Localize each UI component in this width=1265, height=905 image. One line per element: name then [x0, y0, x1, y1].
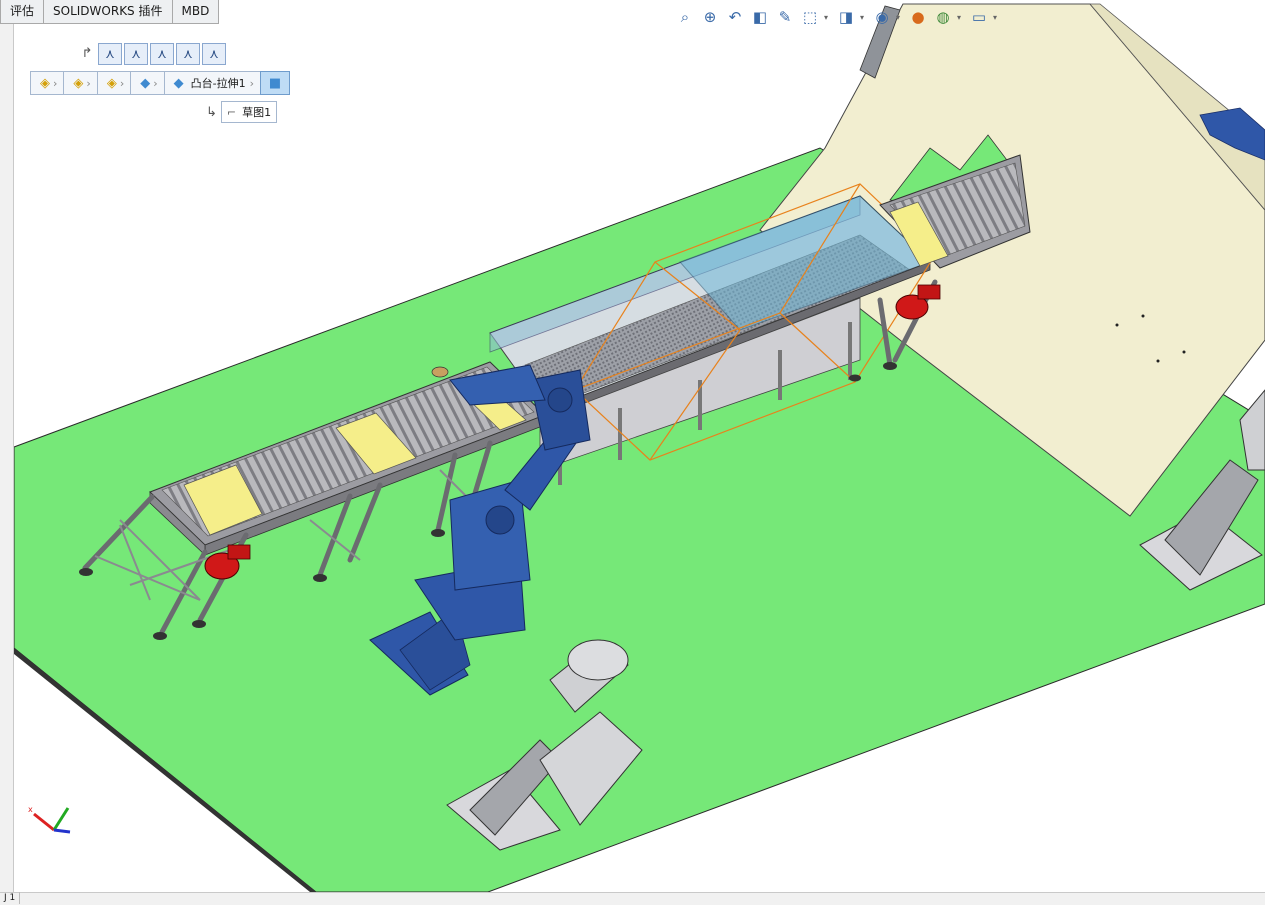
face-icon: ■: [268, 75, 282, 91]
graphics-area[interactable]: [0, 0, 1265, 904]
display-style-dropdown-icon[interactable]: ▾: [860, 6, 868, 28]
command-manager-tabs: 评估 SOLIDWORKS 插件 MBD: [0, 0, 220, 24]
sheet-tab[interactable]: J 1: [0, 892, 21, 904]
apply-scene-icon[interactable]: ◍: [932, 6, 954, 28]
edit-appearance-icon[interactable]: ●: [907, 6, 929, 28]
view-orientation-dropdown-icon[interactable]: ▾: [824, 6, 832, 28]
breadcrumb-sketch-label: 草图1: [242, 106, 272, 119]
part-icon: ◆: [173, 75, 184, 91]
panel-resize-handle[interactable]: [0, 24, 14, 892]
breadcrumb-separator: ›: [153, 76, 158, 90]
triad-x-label: x: [28, 805, 33, 814]
breadcrumb-item-subassembly-1[interactable]: ◈ ›: [63, 71, 98, 95]
context-toolbar: ↱ ⋏ ⋏ ⋏ ⋏ ⋏: [78, 43, 226, 65]
view-orientation-icon[interactable]: ⬚: [799, 6, 821, 28]
edit-sketch-icon[interactable]: ⋏: [124, 43, 148, 65]
previous-view-icon[interactable]: ↶: [724, 6, 746, 28]
breadcrumb-separator: ›: [249, 76, 254, 90]
tab-mbd[interactable]: MBD: [172, 0, 220, 24]
tab-evaluate[interactable]: 评估: [0, 0, 45, 24]
sketch-icon: ⌐: [226, 105, 237, 119]
breadcrumb: ◈ › ◈ › ◈ › ◆ › ◆ 凸台-拉伸1 › ■: [30, 71, 290, 95]
heads-up-view-toolbar: ⌕ ⊕ ↶ ◧ ✎ ⬚ ▾ ◨ ▾ ◉ ▾ ● ◍ ▾ ▭ ▾: [674, 6, 1001, 28]
sketch-point-icon[interactable]: ⋏: [176, 43, 200, 65]
apply-scene-dropdown-icon[interactable]: ▾: [957, 6, 965, 28]
zoom-to-fit-icon[interactable]: ⌕: [674, 6, 696, 28]
breadcrumb-item-part[interactable]: ◆ ›: [130, 71, 165, 95]
triad-y-axis: [52, 807, 70, 831]
breadcrumb-item-face[interactable]: ■: [260, 71, 290, 95]
context-arrow-icon: ↱: [81, 45, 93, 61]
breadcrumb-separator: ›: [53, 76, 58, 90]
edit-feature-icon[interactable]: ⋏: [98, 43, 122, 65]
hide-show-icon[interactable]: ◉: [871, 6, 893, 28]
view-settings-dropdown-icon[interactable]: ▾: [993, 6, 1001, 28]
display-style-icon[interactable]: ◨: [835, 6, 857, 28]
dynamic-annotation-icon[interactable]: ✎: [774, 6, 796, 28]
breadcrumb-item-assembly[interactable]: ◈ ›: [30, 71, 65, 95]
tab-solidworks-addins[interactable]: SOLIDWORKS 插件: [44, 0, 173, 24]
sheet-tab-bar: J 1: [0, 892, 1265, 905]
triad-x-axis: [33, 812, 55, 832]
assembly-icon: ◈: [40, 75, 50, 91]
breadcrumb-item-feature[interactable]: ◆ 凸台-拉伸1 ›: [163, 71, 261, 95]
hide-show-dropdown-icon[interactable]: ▾: [896, 6, 904, 28]
breadcrumb-item-subassembly-2[interactable]: ◈ ›: [96, 71, 132, 95]
child-arrow-icon: ↳: [206, 104, 217, 120]
breadcrumb-sketch-row: ↳ ⌐ 草图1: [206, 101, 278, 123]
subassembly-icon: ◈: [106, 75, 117, 91]
view-settings-icon[interactable]: ▭: [968, 6, 990, 28]
breadcrumb-feature-label: 凸台-拉伸1: [190, 77, 246, 90]
sketch-fix-icon[interactable]: ⋏: [202, 43, 226, 65]
reference-triad: x: [28, 805, 71, 834]
sketch-line-icon[interactable]: ⋏: [150, 43, 174, 65]
breadcrumb-separator: ›: [86, 76, 91, 90]
part-icon: ◆: [140, 75, 151, 91]
zoom-area-icon[interactable]: ⊕: [699, 6, 721, 28]
breadcrumb-sketch[interactable]: ⌐ 草图1: [220, 101, 278, 123]
subassembly-icon: ◈: [73, 75, 84, 91]
section-view-icon[interactable]: ◧: [749, 6, 771, 28]
triad-z-axis: [53, 828, 71, 834]
breadcrumb-separator: ›: [119, 76, 125, 90]
